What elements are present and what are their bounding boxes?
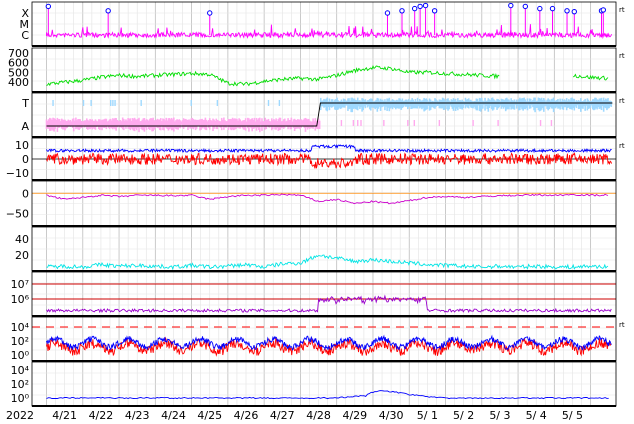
- x-tick-label: 4/30: [379, 409, 404, 422]
- y-tick-label: 10⁷: [11, 278, 29, 291]
- wind-speed-line: [46, 64, 609, 87]
- x-tick-label: 5/ 4: [526, 409, 547, 422]
- y-tick-label: 10⁰: [11, 349, 30, 362]
- x-tick-label: 4/23: [125, 409, 150, 422]
- y-tick-label: 10²: [11, 335, 29, 348]
- flare-marker: [422, 2, 429, 9]
- x-tick-label: 4/27: [270, 409, 295, 422]
- flare-marker: [207, 10, 213, 16]
- x-tick-label: 4/21: [52, 409, 77, 422]
- side-mark: rt: [619, 142, 625, 150]
- flare-marker: [564, 8, 570, 14]
- y-tick-label: −50: [6, 208, 29, 221]
- y-tick-label: C: [21, 29, 29, 42]
- flare-marker: [537, 5, 543, 12]
- flare-marker: [384, 10, 391, 16]
- x-tick-label: 4/29: [342, 409, 367, 422]
- side-mark: rt: [619, 6, 625, 14]
- x-tick-label: 5/ 2: [453, 409, 474, 422]
- flare-marker: [411, 5, 418, 12]
- y-tick-label: 0: [22, 153, 29, 166]
- y-tick-label: 10⁴: [11, 364, 30, 377]
- y-tick-label: 10⁰: [11, 392, 30, 405]
- flare-marker: [399, 8, 405, 14]
- y-tick-label: T: [21, 97, 29, 110]
- flare-marker: [522, 3, 529, 10]
- y-tick-label: −10: [6, 167, 29, 180]
- y-tick-label: 10²: [11, 378, 29, 391]
- chart-canvas: 4/21 4/22 4/23 4/24 4/25 4/26 4/27 4/28 4/29 4/30…: [6, 1, 625, 422]
- x-tick-label: 4/26: [234, 409, 259, 422]
- dst-line: [46, 193, 609, 205]
- flare-marker: [417, 3, 423, 10]
- y-tick-label: 0: [22, 187, 29, 200]
- x-tick-label: 5/ 3: [489, 409, 510, 422]
- data-series: [32, 2, 616, 400]
- flare-marker: [508, 2, 514, 9]
- x-tick-label: 4/25: [197, 409, 222, 422]
- side-mark: rt: [619, 321, 625, 329]
- y-tick-label: 400: [8, 76, 29, 89]
- year-label: 2022: [6, 409, 34, 422]
- y-tick-label: 20: [15, 249, 29, 262]
- y-tick-label: 10⁶: [11, 293, 30, 306]
- y-tick-label: A: [21, 120, 29, 133]
- side-mark: rt: [619, 52, 625, 60]
- flare-marker: [549, 5, 556, 12]
- x-tick-label: 5/ 5: [562, 409, 583, 422]
- flare-marker: [45, 3, 52, 10]
- index-line: [46, 254, 609, 271]
- flare-marker: [105, 8, 111, 14]
- side-mark: rt: [619, 97, 625, 105]
- x-tick-label: 4/24: [161, 409, 186, 422]
- x-tick-label: 5/ 1: [417, 409, 438, 422]
- flare-marker: [431, 8, 438, 14]
- space-weather-plot: 4/21 4/22 4/23 4/24 4/25 4/26 4/27 4/28 4/29 4/30…: [0, 0, 634, 424]
- y-tick-label: 10⁴: [11, 321, 30, 334]
- axis-labels: 4/21 4/22 4/23 4/24 4/25 4/26 4/27 4/28 4/29 4/30…: [6, 6, 625, 422]
- flare-marker: [571, 8, 577, 15]
- y-tick-label: 10: [15, 139, 29, 152]
- x-tick-label: 4/28: [306, 409, 331, 422]
- y-tick-label: 40: [15, 233, 29, 246]
- proton-flux-line: [46, 294, 612, 314]
- flare-marker: [600, 7, 607, 13]
- x-tick-label: 4/22: [89, 409, 114, 422]
